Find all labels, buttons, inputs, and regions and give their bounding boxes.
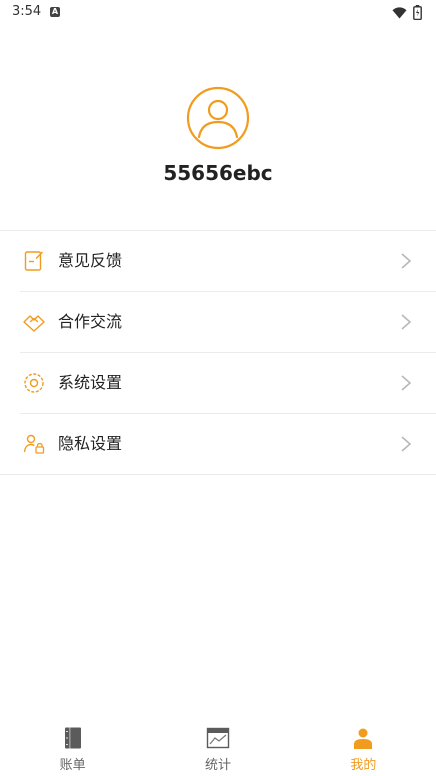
menu-item-cooperation[interactable]: 合作交流: [20, 292, 436, 353]
menu-item-label: 系统设置: [58, 373, 123, 392]
chevron-right-icon: [401, 253, 412, 269]
menu-item-label: 意见反馈: [58, 251, 123, 270]
tab-bills[interactable]: 账单: [0, 716, 145, 776]
bottom-navigation: 账单 统计 我的: [0, 716, 436, 776]
chevron-right-icon: [401, 436, 412, 452]
status-bar: 3:54 A: [0, 0, 436, 28]
feedback-icon: [24, 251, 43, 271]
gear-icon: [24, 373, 44, 393]
notebook-icon: [64, 727, 81, 749]
menu-item-label: 合作交流: [58, 312, 123, 331]
wifi-icon: [392, 6, 407, 18]
person-icon: [354, 728, 373, 749]
settings-menu: 意见反馈 合作交流 系统设置 隐私设置: [0, 230, 436, 475]
handshake-icon: [23, 315, 45, 332]
chart-icon: [206, 727, 230, 749]
tab-label: 账单: [59, 758, 86, 773]
menu-item-system-settings[interactable]: 系统设置: [20, 353, 436, 414]
tab-label: 我的: [350, 758, 377, 773]
notification-icon: A: [50, 7, 60, 17]
status-time: 3:54: [12, 4, 42, 19]
tab-statistics[interactable]: 统计: [145, 716, 290, 776]
chevron-right-icon: [401, 375, 412, 391]
chevron-right-icon: [401, 314, 412, 330]
menu-item-feedback[interactable]: 意见反馈: [20, 231, 436, 292]
battery-icon: [413, 5, 422, 20]
status-icons: [392, 5, 422, 20]
menu-item-privacy-settings[interactable]: 隐私设置: [0, 414, 436, 475]
username: 55656ebc: [163, 161, 273, 185]
user-avatar-icon[interactable]: [186, 86, 250, 150]
tab-label: 统计: [204, 758, 231, 773]
tab-mine[interactable]: 我的: [291, 716, 436, 776]
privacy-user-lock-icon: [23, 434, 45, 454]
menu-item-label: 隐私设置: [58, 434, 123, 453]
